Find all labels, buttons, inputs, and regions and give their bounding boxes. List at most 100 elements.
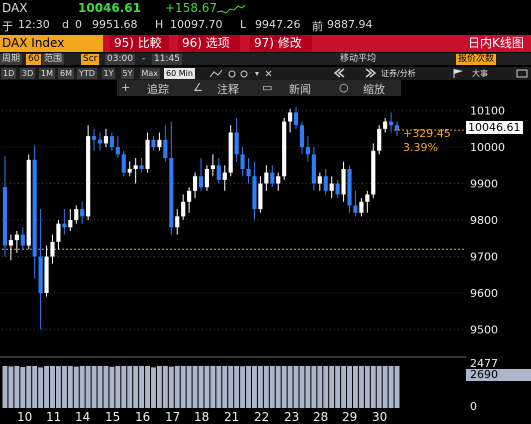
- navigation-arrows-icon[interactable]: [330, 67, 380, 79]
- volume-bar: [246, 365, 251, 408]
- options-button[interactable]: 96) 选项: [178, 35, 240, 52]
- news-button[interactable]: 新闻: [289, 81, 311, 97]
- timeframe-1y[interactable]: 1Y: [101, 68, 116, 79]
- track-button[interactable]: 追踪: [147, 81, 169, 97]
- change-pct-annotation: 3.39%: [403, 141, 438, 154]
- quote-details: 于 12:30 d 0 9951.68 H 10097.70 L 9947.26…: [0, 18, 531, 34]
- volume-bar: [204, 365, 210, 408]
- news-icon[interactable]: ▭: [262, 81, 272, 94]
- quote-header: DAX 10046.61 +158.67: [0, 0, 531, 18]
- range-field[interactable]: Scr: [81, 54, 100, 65]
- security-analysis-link[interactable]: 证券/分析: [379, 68, 418, 79]
- candle: [169, 121, 174, 235]
- candle: [20, 227, 25, 250]
- candle: [26, 154, 31, 250]
- candle: [288, 108, 293, 133]
- volume-bar: [192, 365, 198, 408]
- volume-bar: [44, 365, 50, 408]
- volume-bar: [14, 365, 20, 408]
- volume-divider: [0, 356, 466, 358]
- volume-bar: [287, 365, 293, 408]
- moving-average-link[interactable]: 移动平均: [338, 54, 378, 65]
- candle: [145, 132, 150, 173]
- timeframe-1m[interactable]: 1M: [39, 68, 55, 79]
- y-tick-label: 9800: [470, 214, 498, 227]
- candle: [192, 172, 198, 199]
- volume-bar: [352, 365, 358, 408]
- volume-bar: [394, 365, 400, 408]
- timeframe-3d[interactable]: 3D: [20, 68, 36, 79]
- quote-count-field[interactable]: 报价次数: [456, 54, 497, 65]
- compare-button[interactable]: 95) 比較: [110, 35, 169, 52]
- candle: [127, 161, 132, 177]
- range-label: 范围: [42, 54, 65, 65]
- prev-label: 前: [312, 20, 323, 33]
- candle: [80, 201, 85, 224]
- annotate-button[interactable]: 注释: [217, 81, 239, 97]
- settings-icon[interactable]: [516, 68, 528, 79]
- candle: [394, 121, 400, 137]
- timeframe-max[interactable]: Max: [139, 68, 161, 79]
- candle: [323, 168, 328, 195]
- candle: [163, 125, 168, 162]
- volume-bar: [73, 366, 79, 408]
- timeframe-1d[interactable]: 1D: [1, 68, 17, 79]
- volume-bar: [329, 365, 335, 408]
- candle: [157, 132, 162, 151]
- change-annotation: +329.45: [403, 127, 451, 140]
- events-link[interactable]: 大事: [470, 68, 490, 79]
- chart-overlay-toolbar: + 追踪 ∠ 注释 ▭ 新闻 ○ 缩放: [117, 80, 401, 96]
- candle: [228, 125, 233, 177]
- candle: [282, 117, 287, 180]
- timeframe-60-min[interactable]: 60 Min: [164, 68, 195, 79]
- candle: [175, 209, 180, 235]
- volume-bar: [145, 365, 151, 408]
- pencil-icon[interactable]: ∠: [193, 81, 203, 94]
- timeframe-ytd[interactable]: YTD: [77, 68, 97, 79]
- candle: [8, 234, 13, 261]
- volume-bar: [156, 365, 162, 408]
- volume-bar: [97, 365, 103, 408]
- candle: [210, 154, 215, 177]
- crosshair-icon[interactable]: +: [121, 81, 130, 94]
- price-chart[interactable]: 9500 9600 9700 9800 9900 10000 10100: [0, 96, 531, 355]
- time-value: 12:30: [18, 18, 50, 31]
- volume-bar: [151, 367, 156, 408]
- volume-bar: [370, 365, 376, 408]
- drawing-tools-icon[interactable]: [208, 68, 278, 79]
- ticker-field[interactable]: DAX Index: [0, 35, 103, 52]
- zoom-button[interactable]: 缩放: [363, 81, 385, 97]
- candle: [32, 145, 37, 279]
- candle: [103, 128, 109, 148]
- flag-icon[interactable]: [452, 68, 466, 79]
- volume-bar: [127, 365, 133, 408]
- volume-bar: [139, 365, 145, 408]
- volume-bar: [61, 365, 67, 408]
- period-field[interactable]: 60: [26, 54, 42, 65]
- candle: [299, 121, 305, 155]
- y-tick-label: 9900: [470, 178, 498, 191]
- volume-bar: [234, 365, 240, 408]
- zoom-icon[interactable]: ○: [339, 81, 349, 94]
- volume-bar: [133, 365, 139, 408]
- modify-button[interactable]: 97) 修改: [250, 35, 312, 52]
- volume-bar: [311, 365, 317, 408]
- end-time-field[interactable]: 11:45: [152, 54, 182, 65]
- timeframe-5y[interactable]: 5Y: [120, 68, 135, 79]
- candle: [187, 187, 192, 213]
- candle: [335, 179, 340, 199]
- candle: [86, 125, 91, 221]
- candle: [91, 128, 97, 151]
- time-separator: -: [142, 54, 146, 64]
- candle: [347, 165, 352, 213]
- timeframe-6m[interactable]: 6M: [58, 68, 74, 79]
- high-label: H: [155, 18, 164, 31]
- volume-bar: [382, 365, 388, 408]
- volume-bar: [376, 365, 382, 408]
- start-time-field[interactable]: 03:00: [105, 54, 135, 65]
- candle: [121, 150, 126, 177]
- candle: [44, 245, 49, 297]
- volume-bar: [174, 365, 180, 408]
- candle: [240, 147, 245, 177]
- prev-value: 9887.94: [327, 18, 373, 31]
